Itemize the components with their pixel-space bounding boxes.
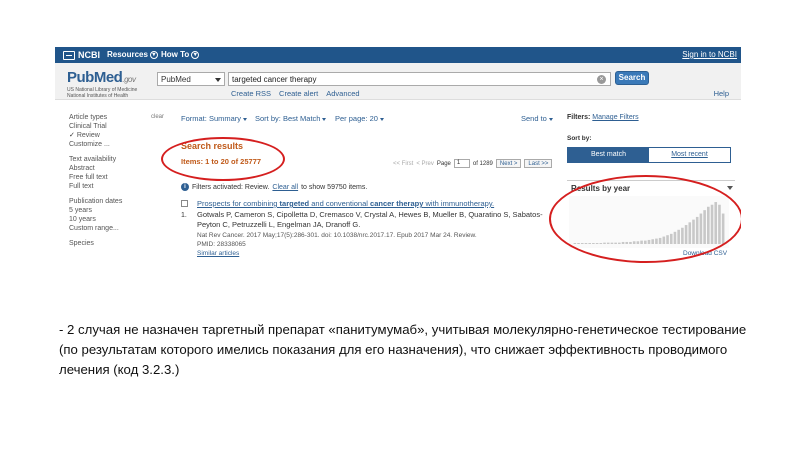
resources-label: Resources [107, 50, 148, 59]
filter-abstract[interactable]: Abstract [69, 164, 174, 173]
similar-articles-link[interactable]: Similar articles [197, 250, 239, 257]
page-label: Page [436, 160, 451, 167]
search-button[interactable]: Search [615, 71, 649, 85]
clear-all-link[interactable]: Clear all [272, 184, 298, 191]
create-rss-link[interactable]: Create RSS [231, 89, 271, 98]
sort-value: Best Match [282, 114, 321, 123]
last-page-button[interactable]: Last >> [524, 159, 553, 168]
result-number: 1. [181, 212, 187, 219]
send-to-label: Send to [521, 114, 547, 123]
advanced-link[interactable]: Advanced [326, 89, 359, 98]
best-match-button[interactable]: Best match [568, 148, 649, 162]
filters-label: Filters: [567, 114, 591, 121]
filter-10-years[interactable]: 10 years [69, 215, 174, 224]
manage-filters-link[interactable]: Manage Filters [592, 114, 638, 121]
prev-page-link[interactable]: < Prev [416, 161, 434, 167]
filter-free-full-text[interactable]: Free full text [69, 173, 174, 182]
sign-in-link[interactable]: Sign in to NCBI [682, 50, 737, 59]
howto-label: How To [161, 50, 190, 59]
resources-menu[interactable]: Resources ▾ [107, 50, 158, 59]
ncbi-logo-text: NCBI [78, 50, 100, 60]
howto-menu[interactable]: How To ▾ [161, 50, 200, 59]
dropdown-arrow-icon [215, 78, 221, 82]
filters-sidebar: clear Article types Clinical Trial Revie… [69, 114, 174, 248]
sort-toggle: Best match Most recent [567, 147, 731, 163]
clear-icon[interactable]: × [597, 75, 606, 84]
title-part: cancer therapy [370, 199, 424, 208]
highlight-ellipse-chart [549, 175, 741, 263]
filter-info-text: Filters activated: Review. [192, 183, 270, 191]
search-header: PubMed.gov US National Library of Medici… [55, 63, 741, 100]
sort-label: Sort by: [255, 114, 281, 123]
info-icon: i [181, 183, 189, 191]
filter-clinical-trial[interactable]: Clinical Trial [69, 122, 174, 131]
filter-full-text[interactable]: Full text [69, 182, 174, 191]
pubmed-logo[interactable]: PubMed.gov [67, 69, 136, 86]
species-heading: Species [69, 240, 94, 247]
database-select[interactable]: PubMed [157, 72, 225, 86]
result-pmid: PMID: 28338065 [197, 241, 246, 248]
search-input[interactable]: targeted cancer therapy × [228, 72, 611, 86]
caption-text: - 2 случая не назначен таргетный препара… [59, 322, 747, 377]
first-page-link[interactable]: << First [393, 161, 413, 167]
caret-down-icon [322, 117, 327, 121]
filter-customize[interactable]: Customize ... [69, 140, 174, 149]
help-link[interactable]: Help [714, 89, 729, 98]
highlight-ellipse-results [161, 137, 285, 181]
per-page-label: Per page: [335, 114, 368, 123]
title-part: Prospects for combining [197, 199, 280, 208]
ncbi-logo-icon [63, 50, 75, 60]
per-page-value: 20 [369, 114, 378, 123]
format-value: Summary [208, 114, 242, 123]
sort-by-label: Sort by: [567, 135, 592, 142]
filter-review[interactable]: Review [69, 131, 174, 140]
filters-activated-notice: i Filters activated: Review. Clear all t… [181, 183, 367, 191]
chevron-down-icon: ▾ [191, 50, 200, 59]
next-page-button[interactable]: Next > [495, 159, 522, 168]
database-value: PubMed [161, 75, 191, 84]
result-title-link[interactable]: Prospects for combining targeted and con… [197, 199, 494, 208]
title-part: targeted [279, 199, 310, 208]
most-recent-button[interactable]: Most recent [649, 148, 730, 162]
logo-gov: .gov [122, 75, 136, 84]
clear-filters-link[interactable]: clear [151, 114, 164, 120]
search-sublinks: Create RSS Create alert Advanced [231, 89, 360, 98]
subtitle-line: National Institutes of Health [67, 93, 129, 99]
send-to-menu[interactable]: Send to [521, 114, 553, 123]
caret-down-icon [243, 117, 248, 121]
page-number-input[interactable]: 1 [453, 159, 470, 168]
filters-line: Filters: Manage Filters [567, 114, 639, 121]
create-alert-link[interactable]: Create alert [279, 89, 318, 98]
pagination: << First < Prev Page 1 of 1289 Next > La… [393, 159, 553, 168]
page-total: of 1289 [472, 160, 493, 167]
per-page-menu[interactable]: Per page: 20 [335, 114, 384, 123]
title-part: and conventional [309, 199, 371, 208]
caret-down-icon [548, 117, 553, 121]
logo-med: Med [93, 69, 123, 86]
collapse-icon[interactable] [727, 186, 733, 190]
publication-dates-heading: Publication dates [69, 198, 123, 205]
filter-info-text: to show 59750 items. [301, 183, 368, 191]
text-availability-heading: Text availability [69, 156, 117, 163]
result-checkbox[interactable] [181, 200, 188, 207]
format-label: Format: [181, 114, 207, 123]
ncbi-logo[interactable]: NCBI [63, 49, 100, 61]
title-part: with immunotherapy. [423, 199, 495, 208]
result-authors: Gotwals P, Cameron S, Cipolletta D, Crem… [197, 210, 543, 229]
sort-menu[interactable]: Sort by: Best Match [255, 114, 327, 123]
chevron-down-icon: ▾ [149, 50, 158, 59]
filter-custom-range[interactable]: Custom range... [69, 224, 174, 233]
pubmed-screenshot: NCBI Resources ▾ How To ▾ Sign in to NCB… [55, 47, 741, 269]
filter-5-years[interactable]: 5 years [69, 206, 174, 215]
pubmed-subtitle: US National Library of Medicine National… [67, 87, 137, 99]
caret-down-icon [379, 117, 384, 121]
format-menu[interactable]: Format: Summary [181, 114, 248, 123]
ncbi-top-bar: NCBI Resources ▾ How To ▾ Sign in to NCB… [55, 47, 741, 63]
logo-pub: Pub [67, 69, 94, 86]
search-query-text: targeted cancer therapy [232, 75, 317, 84]
result-citation: Nat Rev Cancer. 2017 May;17(5):286-301. … [197, 232, 477, 239]
